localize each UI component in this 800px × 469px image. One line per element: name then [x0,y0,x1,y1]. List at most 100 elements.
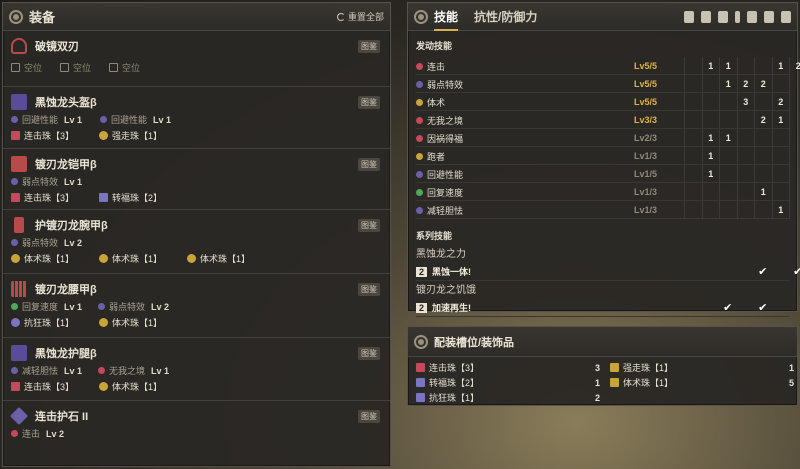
chest-column-icon [718,10,728,23]
skill-row[interactable]: 跑者 Lv1/3 1 [416,147,790,165]
legs-guide-badge[interactable]: 图鉴 [358,347,380,360]
decoration-entry[interactable]: 体术珠【1】 5 [610,375,800,390]
series-skill-row[interactable]: 2 加速再生! ✔ ✔ [416,299,789,317]
skill-name: 无我之境 [416,114,634,127]
decoration-name: 连击珠【3】 [429,363,480,373]
chest-armor-icon [11,156,27,172]
helm-item[interactable]: 黑蚀龙头盔β 图鉴 回避性能 Lv 1 回避性能 Lv 1 连击珠【3】 强走珠【1… [3,87,390,149]
tab-skills[interactable]: 技能 [434,3,459,31]
helm-guide-badge[interactable]: 图鉴 [358,96,380,109]
jewel-icon [11,130,20,140]
skill-row[interactable]: 弱点特效 Lv5/5 1 2 2 [416,75,790,93]
decoration-list: 连击珠【3】 3 强走珠【1】 1 转福珠【2】 1 体术珠【1】 5 抗狂珠【1】 2 [408,357,797,408]
weapon-guide-badge[interactable]: 图鉴 [358,40,380,53]
skill-level: Lv1/3 [634,151,658,161]
arm-guard-icon [14,217,24,233]
skill-source-cell [754,147,772,165]
empty-slot[interactable]: 空位 [60,61,91,74]
decoration-entry[interactable]: 连击珠【3】 3 [416,360,606,375]
arms-item[interactable]: 护镀刃龙腕甲β 图鉴 弱点特效 Lv 2 体术珠【1】 体术珠【1】 体术珠【1】 [3,210,390,274]
skill-icon [11,367,18,374]
decoration-slot[interactable]: 抗狂珠【1】 [11,316,81,329]
skill-source-cell: 1 [719,75,737,93]
settings-gear-icon [414,334,428,349]
skill-name: 回避性能 [416,168,634,181]
decoration-entry[interactable]: 抗狂珠【1】 2 [416,390,606,405]
decoration-slot[interactable]: 体术珠【1】 [187,252,257,265]
decoration-slot[interactable]: 连击珠【3】 [11,191,81,204]
skill-source-cell [736,129,755,147]
series-skills-label: 系列技能 [416,231,453,241]
chest-item[interactable]: 镀刃龙铠甲β 图鉴 弱点特效 Lv 1 连击珠【3】 转福珠【2】 [3,149,390,210]
decoration-slot[interactable]: 体术珠【1】 [99,252,169,265]
skill-source-cell [736,165,755,183]
skill-source-cell [684,165,702,183]
skill-source-cell [754,201,772,219]
decoration-slot[interactable]: 连击珠【3】 [11,380,81,393]
decoration-slot[interactable]: 强走珠【1】 [99,129,169,142]
skill-label: 回复速度 [427,187,464,198]
skill-level: Lv5/5 [634,97,658,107]
tab-resistance-defense[interactable]: 抗性/防御力 [474,3,537,31]
decoration-slot[interactable]: 连击珠【3】 [11,129,81,142]
decoration-slot[interactable]: 体术珠【1】 [99,380,169,393]
skill-source-cell: 2 [736,75,755,93]
skill-row: 连击 Lv 2 [11,426,382,441]
skill-row[interactable]: 回避性能 Lv1/5 1 [416,165,790,183]
armor-name: 黑蚀龙护腿β [35,348,97,360]
skill-label: 跑者 [427,151,446,162]
empty-slot[interactable]: 空位 [11,61,42,74]
decoration-slot[interactable]: 转福珠【2】 [99,191,169,204]
weapon-item[interactable]: 破镜双刃 图鉴 空位 空位 空位 [3,31,390,87]
skill-row[interactable]: 体术 Lv5/5 3 2 [416,93,790,111]
skill-list: 连击 Lv5/5 1 1 1 2 弱点特效 Lv5/5 1 2 2 体术 Lv5/5 3 2 无我之境 Lv3/… [408,57,800,219]
skill-source-cell [789,75,800,93]
skill-source-cell: 1 [754,183,772,201]
jewel-icon [99,381,108,391]
skill-row[interactable]: 减轻胆怯 Lv1/3 1 [416,201,790,219]
waist-guide-badge[interactable]: 图鉴 [358,283,380,296]
jewel-icon [99,317,108,327]
decoration-slot[interactable]: 体术珠【1】 [99,316,169,329]
armor-name: 黑蚀龙头盔β [35,97,97,109]
skill-row[interactable]: 因祸得福 Lv2/3 1 1 [416,129,790,147]
decoration-name: 转福珠【2】 [429,378,480,388]
skill-source-cell [771,165,790,183]
skill-icon [11,116,18,123]
decoration-row: 抗狂珠【1】 体术珠【1】 [11,314,382,330]
equipment-title: 装备 [29,10,56,25]
skill-row[interactable]: 无我之境 Lv3/3 2 1 [416,111,790,129]
decoration-entry[interactable]: 转福珠【2】 1 [416,375,606,390]
charm-guide-badge[interactable]: 图鉴 [358,410,380,423]
decoration-name: 强走珠【1】 [623,363,674,373]
charm-icon [9,406,29,426]
skill-label: 连击 [427,61,446,72]
decoration-count: 1 [594,377,600,388]
skill-row[interactable]: 连击 Lv5/5 1 1 1 2 [416,57,800,75]
arms-guide-badge[interactable]: 图鉴 [358,219,380,232]
skill-row[interactable]: 回复速度 Lv1/3 1 [416,183,790,201]
skill-label: 弱点特效 [427,79,464,90]
waist-item[interactable]: 镀刃龙腰甲β 图鉴 回复速度 Lv 1 弱点特效 Lv 2 抗狂珠【1】 体术珠【1… [3,274,390,338]
charm-item[interactable]: 连击护石 II 图鉴 连击 Lv 2 [3,401,390,451]
skill-name: 体术 [416,96,634,109]
skill-source-cell: 2 [789,57,800,75]
series-skill-list: 黑蚀龙之力 2 黑蚀一体! ✔ ✔ 镀刃龙之饥饿 2 加速再生! ✔ ✔ [408,247,800,317]
skill-icon [416,98,423,106]
jewel-icon [416,393,425,402]
empty-slot[interactable]: 空位 [109,61,140,74]
slot-icon [60,63,70,72]
decoration-slot[interactable]: 体术珠【1】 [11,252,81,265]
legs-item[interactable]: 黑蚀龙护腿β 图鉴 减轻胆怯 Lv 1 无我之境 Lv 1 连击珠【3】 体术珠【1… [3,338,390,401]
series-skill-row[interactable]: 2 黑蚀一体! ✔ ✔ [416,263,800,281]
skill-source-cell [701,111,720,129]
reset-all-button[interactable]: 重置全部 [336,10,384,23]
skill-icon [100,116,108,123]
legs-column-icon [764,10,774,23]
skill-source-cell [684,183,702,201]
skill-source-cell [771,75,790,93]
decoration-entry[interactable]: 强走珠【1】 1 [610,360,800,375]
skill-source-cell [684,75,702,93]
chest-guide-badge[interactable]: 图鉴 [358,158,380,171]
skill-source-cell [719,111,737,129]
